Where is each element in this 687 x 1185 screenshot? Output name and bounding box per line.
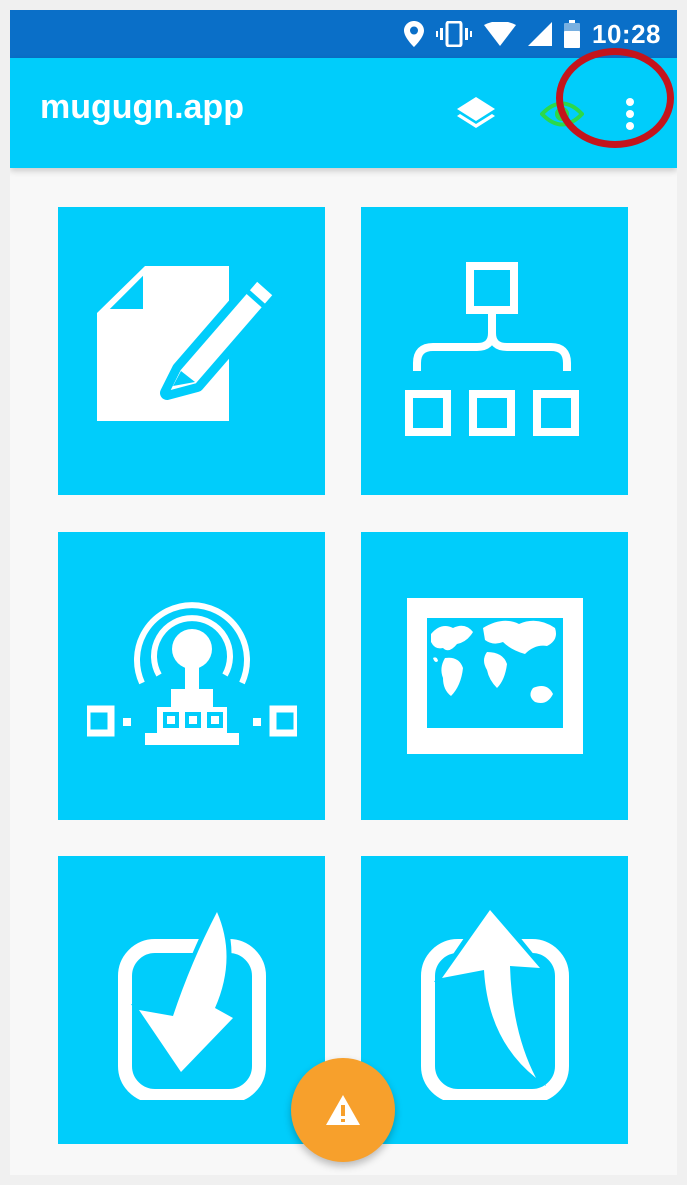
tile-broadcast[interactable] — [58, 532, 325, 820]
status-time: 10:28 — [592, 18, 661, 49]
download-arrow-icon — [117, 900, 266, 1100]
status-bar: 10:28 — [10, 10, 677, 58]
vibrate-icon — [436, 21, 472, 47]
signal-icon — [528, 22, 552, 46]
tile-world-map[interactable] — [361, 532, 628, 820]
world-map-icon — [406, 598, 583, 754]
hierarchy-icon — [404, 262, 579, 436]
upload-arrow-icon — [420, 900, 569, 1100]
warning-fab[interactable] — [291, 1058, 395, 1162]
tile-upload[interactable] — [361, 856, 628, 1144]
layers-icon — [457, 97, 495, 128]
tile-hierarchy[interactable] — [361, 207, 628, 495]
location-icon — [404, 21, 424, 47]
broadcast-antenna-icon — [86, 602, 297, 745]
wifi-icon — [484, 22, 516, 46]
warning-icon — [326, 1095, 360, 1125]
app-screen: 10:28 mugugn.app — [10, 10, 677, 1175]
layers-button[interactable] — [448, 86, 504, 142]
highlight-annotation — [556, 48, 674, 148]
app-title: mugugn.app — [40, 88, 244, 126]
battery-icon — [564, 20, 580, 48]
tile-edit-document[interactable] — [58, 207, 325, 495]
tile-download[interactable] — [58, 856, 325, 1144]
edit-document-icon — [96, 266, 282, 421]
